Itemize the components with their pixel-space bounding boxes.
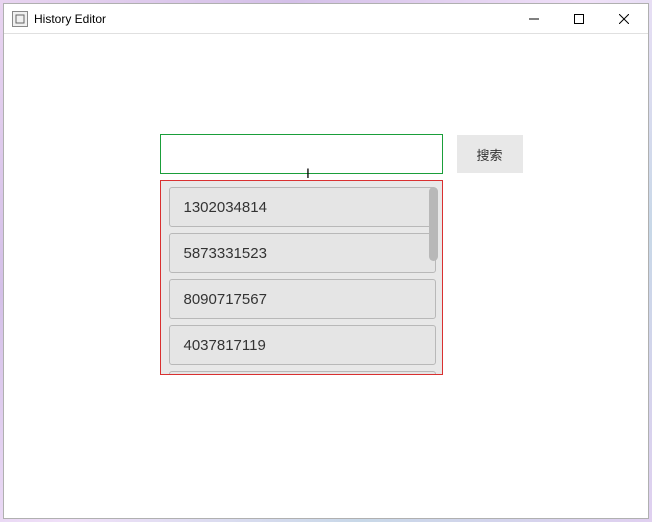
list-inner: 1302034814 5873331523 8090717567 4037817… (169, 187, 436, 375)
app-window: History Editor 搜索 I 1302034814 587333152… (3, 3, 649, 519)
search-button[interactable]: 搜索 (457, 135, 523, 173)
search-input[interactable] (160, 134, 443, 174)
close-button[interactable] (601, 5, 646, 33)
list-item[interactable] (169, 371, 436, 375)
titlebar: History Editor (4, 4, 648, 34)
scrollbar-thumb[interactable] (429, 187, 438, 261)
app-icon (12, 11, 28, 27)
scrollbar-track[interactable] (429, 187, 438, 368)
search-row: 搜索 (160, 134, 523, 174)
maximize-button[interactable] (556, 5, 601, 33)
window-controls (511, 5, 646, 33)
list-item[interactable]: 8090717567 (169, 279, 436, 319)
content-area: 搜索 I 1302034814 5873331523 8090717567 40… (4, 34, 648, 518)
window-title: History Editor (34, 12, 511, 26)
list-item[interactable]: 1302034814 (169, 187, 436, 227)
results-list: 1302034814 5873331523 8090717567 4037817… (160, 180, 443, 375)
list-item[interactable]: 5873331523 (169, 233, 436, 273)
list-item[interactable]: 4037817119 (169, 325, 436, 365)
minimize-button[interactable] (511, 5, 556, 33)
